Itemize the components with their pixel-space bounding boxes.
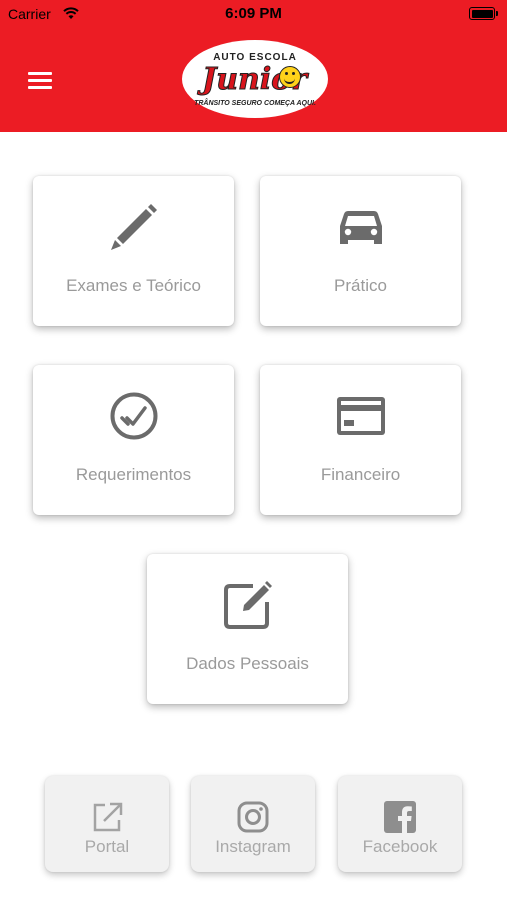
instagram-icon <box>237 801 269 833</box>
requerimentos-button[interactable]: Requerimentos <box>33 365 234 515</box>
battery-icon <box>469 7 498 20</box>
logo-slogan: TRÂNSITO SEGURO COMEÇA AQUI. <box>194 100 316 107</box>
car-icon <box>339 211 382 244</box>
instagram-label: Instagram <box>215 837 291 856</box>
financeiro-label: Financeiro <box>320 465 401 484</box>
top-navigation-bar: AUTO ESCOLA Junior TRÂNSITO SEGURO COMEÇ… <box>0 28 507 132</box>
status-bar: Carrier 6:09 PM <box>0 0 507 28</box>
financeiro-button[interactable]: Financeiro <box>260 365 461 515</box>
portal-label: Portal <box>84 837 130 856</box>
smiley-face-icon <box>279 66 301 88</box>
portal-link-button[interactable]: Portal <box>45 776 169 872</box>
auto-escola-junior-logo: AUTO ESCOLA Junior TRÂNSITO SEGURO COMEÇ… <box>182 40 328 118</box>
exames-e-teorico-button[interactable]: Exames e Teórico <box>33 176 234 326</box>
hamburger-menu-button[interactable] <box>28 72 52 90</box>
exames-e-teorico-label: Exames e Teórico <box>66 276 201 295</box>
pratico-button[interactable]: Prático <box>260 176 461 326</box>
dados-pessoais-button[interactable]: Dados Pessoais <box>147 554 348 704</box>
edit-square-icon <box>223 581 272 629</box>
external-link-icon <box>93 802 123 832</box>
status-time: 6:09 PM <box>225 5 282 22</box>
credit-card-icon <box>336 397 385 435</box>
dados-pessoais-label: Dados Pessoais <box>186 654 309 673</box>
facebook-label: Facebook <box>362 837 438 856</box>
pencil-icon <box>110 204 157 250</box>
facebook-link-button[interactable]: Facebook <box>338 776 462 872</box>
pratico-label: Prático <box>334 276 387 295</box>
facebook-icon <box>384 801 416 834</box>
instagram-link-button[interactable]: Instagram <box>191 776 315 872</box>
check-circle-icon <box>110 392 157 440</box>
requerimentos-label: Requerimentos <box>75 465 192 484</box>
